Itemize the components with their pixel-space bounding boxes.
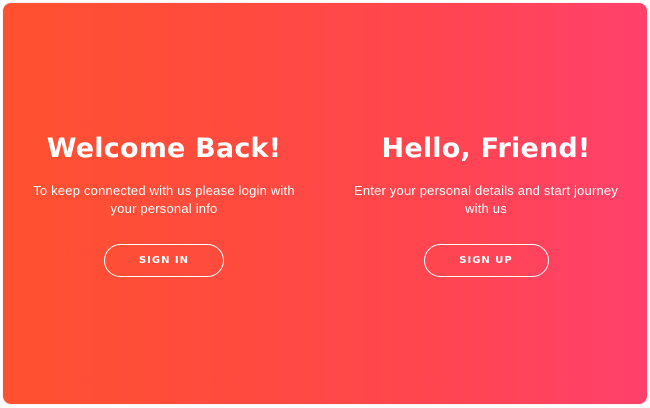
left-overlay-panel: Welcome Back! To keep connected with us … xyxy=(3,3,325,404)
welcome-title: Welcome Back! xyxy=(46,133,282,164)
overlay-card: Welcome Back! To keep connected with us … xyxy=(3,3,647,404)
sign-up-button[interactable]: SIGN UP xyxy=(423,244,549,277)
hello-title: Hello, Friend! xyxy=(381,133,591,164)
right-overlay-panel: Hello, Friend! Enter your personal detai… xyxy=(325,3,647,404)
sign-in-button[interactable]: SIGN IN xyxy=(104,244,224,277)
hello-description: Enter your personal details and start jo… xyxy=(353,183,619,216)
welcome-description: To keep connected with us please login w… xyxy=(33,183,295,216)
